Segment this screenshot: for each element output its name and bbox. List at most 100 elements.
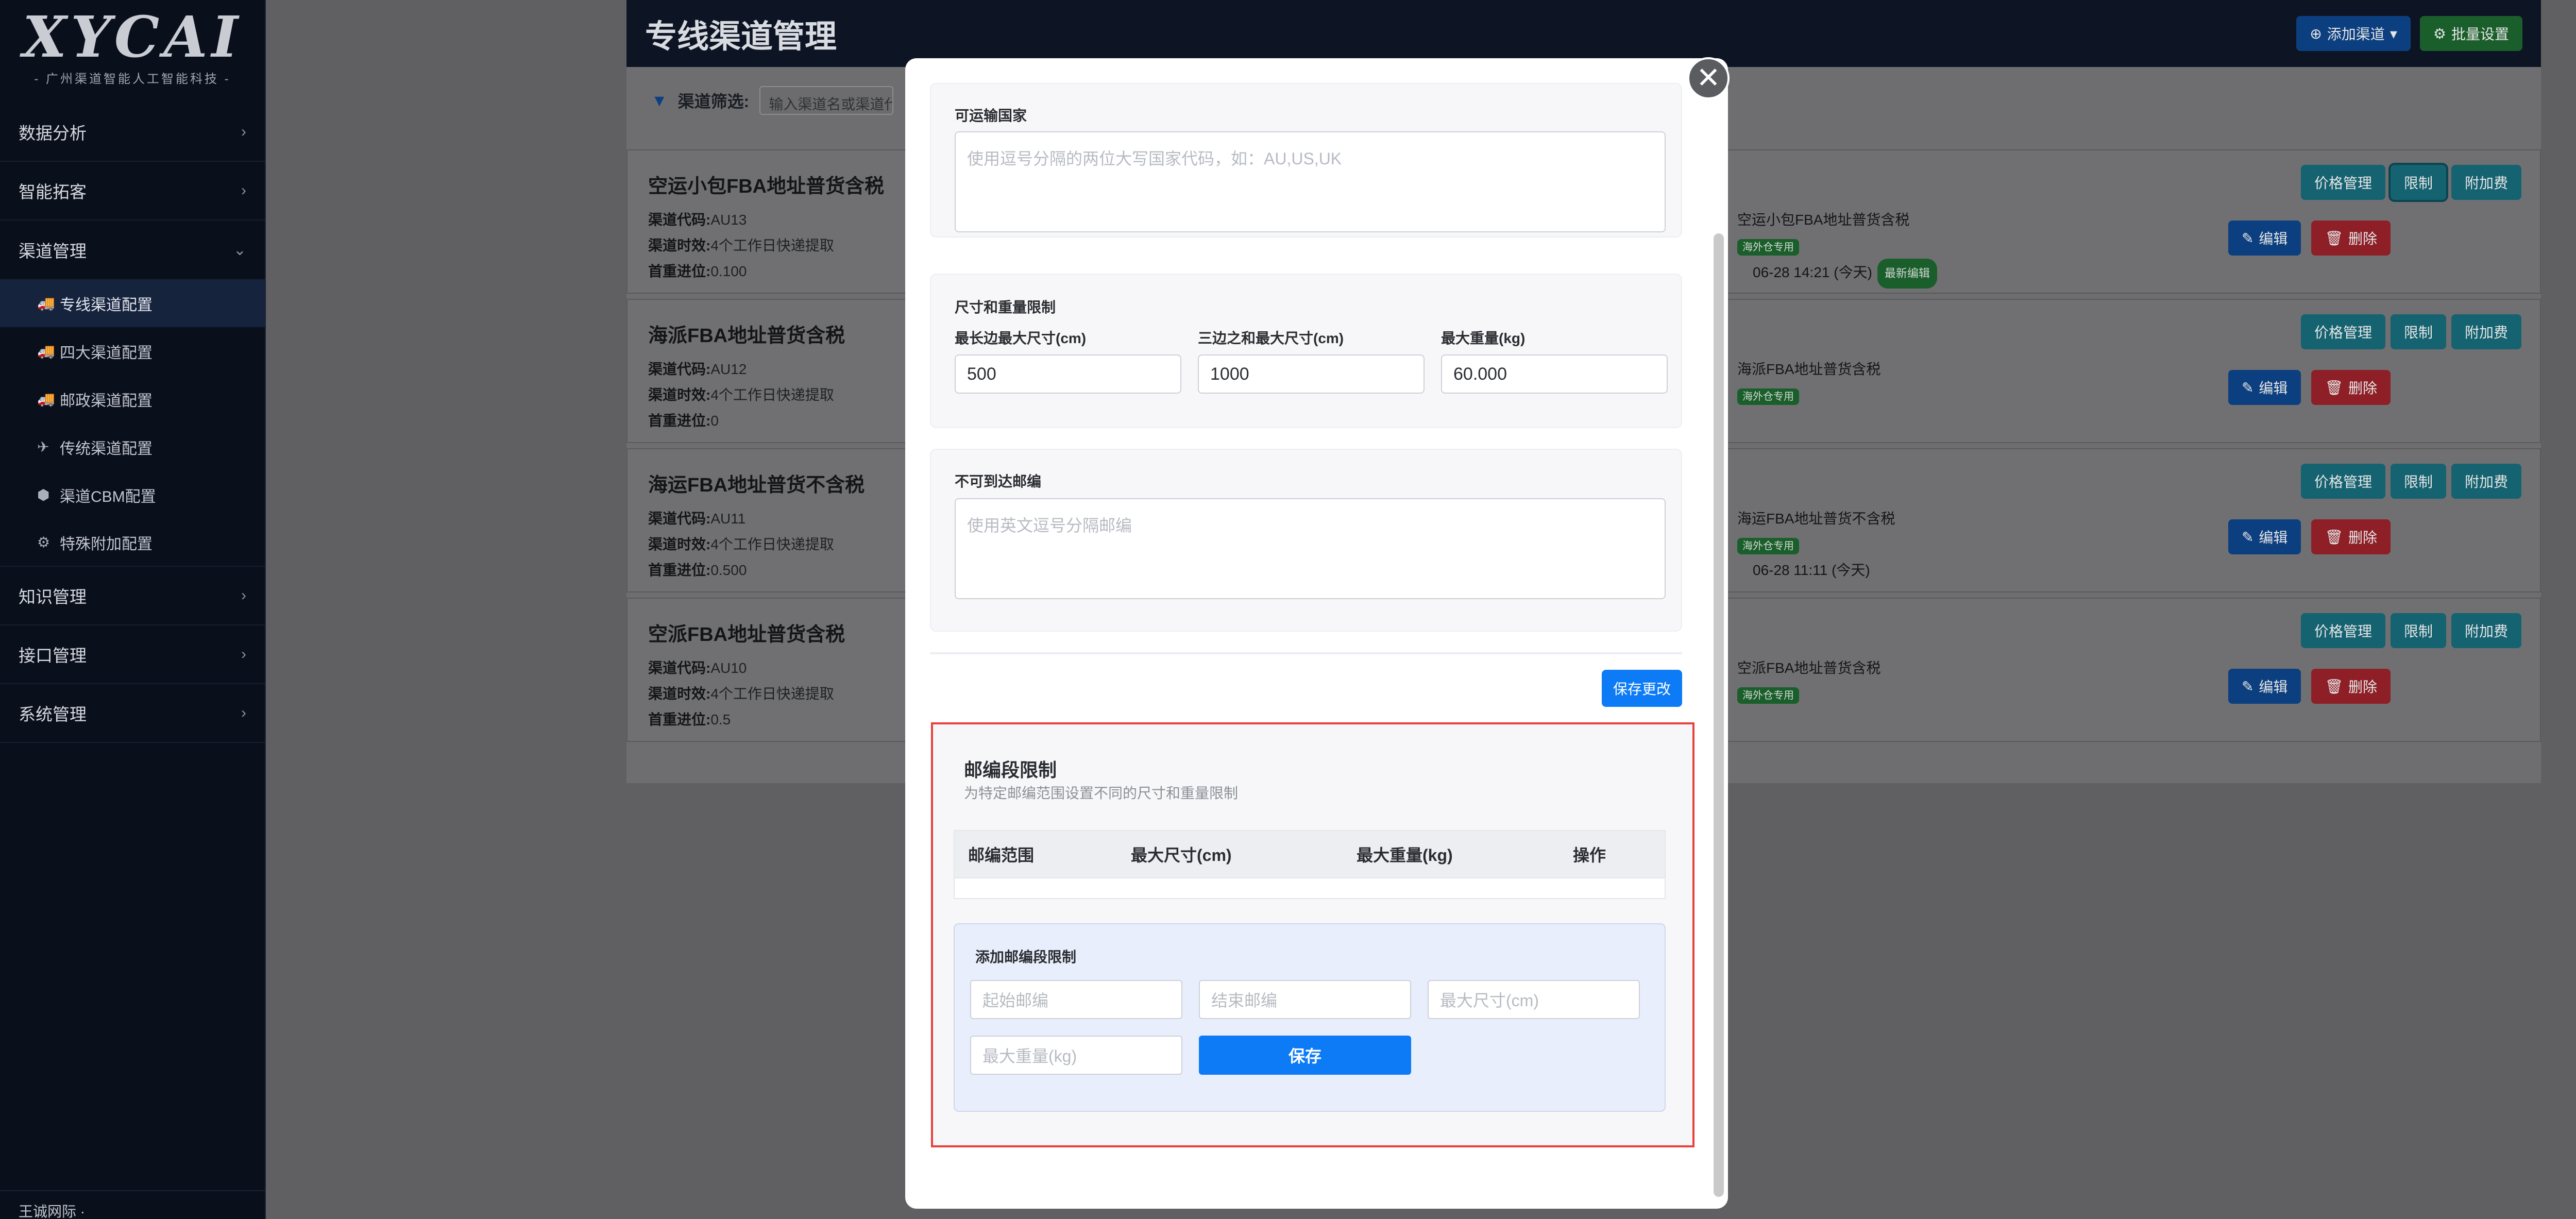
excluded-zip-textarea[interactable]: 使用英文逗号分隔邮编	[955, 498, 1666, 599]
surcharge-button[interactable]: 附加费	[2451, 464, 2521, 499]
end-zip-input[interactable]: 结束邮编	[1199, 980, 1411, 1019]
max-side-input[interactable]: 500	[955, 354, 1181, 394]
trash-icon: 🗑	[2325, 529, 2343, 545]
delete-button[interactable]: 🗑 删除	[2311, 669, 2391, 704]
chevron-right-icon: ›	[241, 587, 246, 604]
close-icon[interactable]: ✕	[1687, 57, 1730, 99]
delete-button[interactable]: 🗑 删除	[2311, 221, 2391, 256]
save-changes-button[interactable]: 保存更改	[1601, 670, 1682, 707]
gear-icon: ⚙	[37, 534, 50, 550]
submenu-item-special-surcharge[interactable]: ⚙ 特殊附加配置	[0, 519, 265, 567]
zip-limit-subtitle: 为特定邮编范围设置不同的尺寸和重量限制	[964, 785, 1239, 801]
overseas-badge: 海外仓专用	[1737, 538, 1799, 554]
truck-icon: 🚚	[37, 343, 55, 359]
channel-name: 空派FBA地址普货含税	[1737, 660, 1881, 676]
start-zip-input[interactable]: 起始邮编	[970, 980, 1182, 1019]
edit-button[interactable]: ✎ 编辑	[2228, 221, 2301, 256]
surcharge-button[interactable]: 附加费	[2451, 613, 2521, 648]
surcharge-button[interactable]: 附加费	[2451, 165, 2521, 200]
menu-label: 系统管理	[19, 705, 87, 724]
menu-item-api[interactable]: 接口管理 ›	[0, 625, 265, 684]
max-side-label: 最长边最大尺寸(cm)	[955, 330, 1087, 346]
submenu-item-big-four-channel[interactable]: 🚚 四大渠道配置	[0, 327, 265, 375]
price-management-button[interactable]: 价格管理	[2300, 314, 2385, 349]
channel-meta: 空派FBA地址普货含税 海外仓专用	[1737, 655, 1880, 707]
plane-icon: ✈	[37, 439, 49, 455]
edit-button[interactable]: ✎ 编辑	[2228, 519, 2301, 554]
price-management-button[interactable]: 价格管理	[2300, 613, 2385, 648]
channel-meta: 海派FBA地址普货含税 海外仓专用	[1737, 357, 1880, 408]
code-label: 渠道代码:	[648, 361, 711, 377]
channel-time: 4个工作日快递提取	[710, 536, 834, 552]
save-row: 保存更改	[930, 652, 1682, 714]
chevron-right-icon: ›	[241, 646, 246, 663]
save-zip-limit-button[interactable]: 保存	[1199, 1036, 1411, 1075]
submenu-item-dedicated-channel[interactable]: 🚚 专线渠道配置	[0, 279, 265, 327]
channel-name: 海派FBA地址普货含税	[1737, 361, 1881, 377]
max-size-input[interactable]: 最大尺寸(cm)	[1428, 980, 1640, 1019]
channel-time: 4个工作日快递提取	[710, 387, 834, 403]
trash-icon: 🗑	[2325, 379, 2343, 396]
channel-name: 海运FBA地址普货不含税	[1737, 511, 1895, 527]
th-max-size: 最大尺寸(cm)	[1131, 846, 1232, 865]
batch-settings-button[interactable]: ⚙ 批量设置	[2419, 16, 2522, 51]
submenu-item-traditional-channel[interactable]: ✈ 传统渠道配置	[0, 423, 265, 471]
overseas-badge: 海外仓专用	[1737, 687, 1799, 704]
caret-down-icon: ▾	[2389, 25, 2397, 42]
countries-label: 可运输国家	[955, 108, 1027, 124]
edit-icon: ✎	[2241, 678, 2254, 695]
submenu-label: 四大渠道配置	[60, 344, 152, 362]
chevron-right-icon: ›	[241, 182, 246, 199]
th-actions: 操作	[1573, 846, 1606, 865]
submenu-item-cbm-channel[interactable]: ⬢ 渠道CBM配置	[0, 471, 265, 519]
limit-button[interactable]: 限制	[2388, 163, 2448, 202]
menu-label: 渠道管理	[19, 242, 87, 261]
channel-code: AU10	[710, 660, 747, 676]
max-weight-input[interactable]: 最大重量(kg)	[970, 1036, 1182, 1075]
modal-scrollbar[interactable]	[1714, 233, 1724, 1197]
code-label: 渠道代码:	[648, 511, 711, 527]
edit-button[interactable]: ✎ 编辑	[2228, 370, 2301, 405]
user-footer[interactable]: 王诚网际 ·	[0, 1190, 265, 1219]
overseas-badge: 海外仓专用	[1737, 239, 1799, 256]
limit-button[interactable]: 限制	[2390, 464, 2446, 499]
menu-item-system[interactable]: 系统管理 ›	[0, 684, 265, 743]
channel-filter-input[interactable]: 输入渠道名或渠道代	[759, 86, 894, 115]
surcharge-button[interactable]: 附加费	[2451, 314, 2521, 349]
updated-time: 06-28 14:21 (今天)	[1753, 264, 1872, 280]
zip-table-body	[954, 878, 1666, 899]
add-channel-button[interactable]: ⊕ 添加渠道 ▾	[2296, 16, 2411, 51]
max-weight-input[interactable]: 60.000	[1441, 354, 1668, 394]
limit-button[interactable]: 限制	[2390, 314, 2446, 349]
submenu-item-postal-channel[interactable]: 🚚 邮政渠道配置	[0, 375, 265, 423]
top-bar: 专线渠道管理 ⊕ 添加渠道 ▾ ⚙ 批量设置	[626, 0, 2541, 67]
countries-textarea[interactable]: 使用逗号分隔的两位大写国家代码，如：AU,US,UK	[955, 131, 1666, 232]
menu-item-channel-management[interactable]: 渠道管理 ⌄	[0, 221, 265, 279]
submenu-label: 特殊附加配置	[60, 535, 152, 553]
price-management-button[interactable]: 价格管理	[2300, 464, 2385, 499]
gear-icon: ⚙	[2433, 25, 2446, 42]
th-max-weight: 最大重量(kg)	[1357, 846, 1453, 865]
menu-item-smart-prospecting[interactable]: 智能拓客 ›	[0, 162, 265, 221]
size-weight-section: 尺寸和重量限制 最长边最大尺寸(cm) 500 三边之和最大尺寸(cm) 100…	[930, 274, 1682, 428]
edit-button[interactable]: ✎ 编辑	[2228, 669, 2301, 704]
channel-meta: 海运FBA地址普货不含税 海外仓专用 06-28 11:11 (今天)	[1737, 506, 1895, 583]
weight-label: 首重进位:	[648, 562, 711, 578]
edit-label: 编辑	[2259, 679, 2288, 695]
delete-label: 删除	[2348, 530, 2377, 546]
price-management-button[interactable]: 价格管理	[2300, 165, 2385, 200]
weight-label: 首重进位:	[648, 712, 711, 727]
channel-weight: 0	[710, 413, 719, 429]
channel-info: 渠道代码:AU10 渠道时效:4个工作日快递提取 首重进位:0.5	[648, 655, 834, 733]
delete-button[interactable]: 🗑 删除	[2311, 370, 2391, 405]
code-label: 渠道代码:	[648, 660, 711, 676]
delete-button[interactable]: 🗑 删除	[2311, 519, 2391, 554]
code-label: 渠道代码:	[648, 212, 711, 228]
menu-item-data-analysis[interactable]: 数据分析 ›	[0, 103, 265, 162]
limit-button[interactable]: 限制	[2390, 613, 2446, 648]
sum-sides-input[interactable]: 1000	[1198, 354, 1425, 394]
edit-icon: ✎	[2241, 379, 2254, 396]
menu-item-knowledge[interactable]: 知识管理 ›	[0, 567, 265, 625]
filter-label: 渠道筛选:	[677, 92, 750, 111]
channel-info: 渠道代码:AU13 渠道时效:4个工作日快递提取 首重进位:0.100	[648, 207, 834, 284]
